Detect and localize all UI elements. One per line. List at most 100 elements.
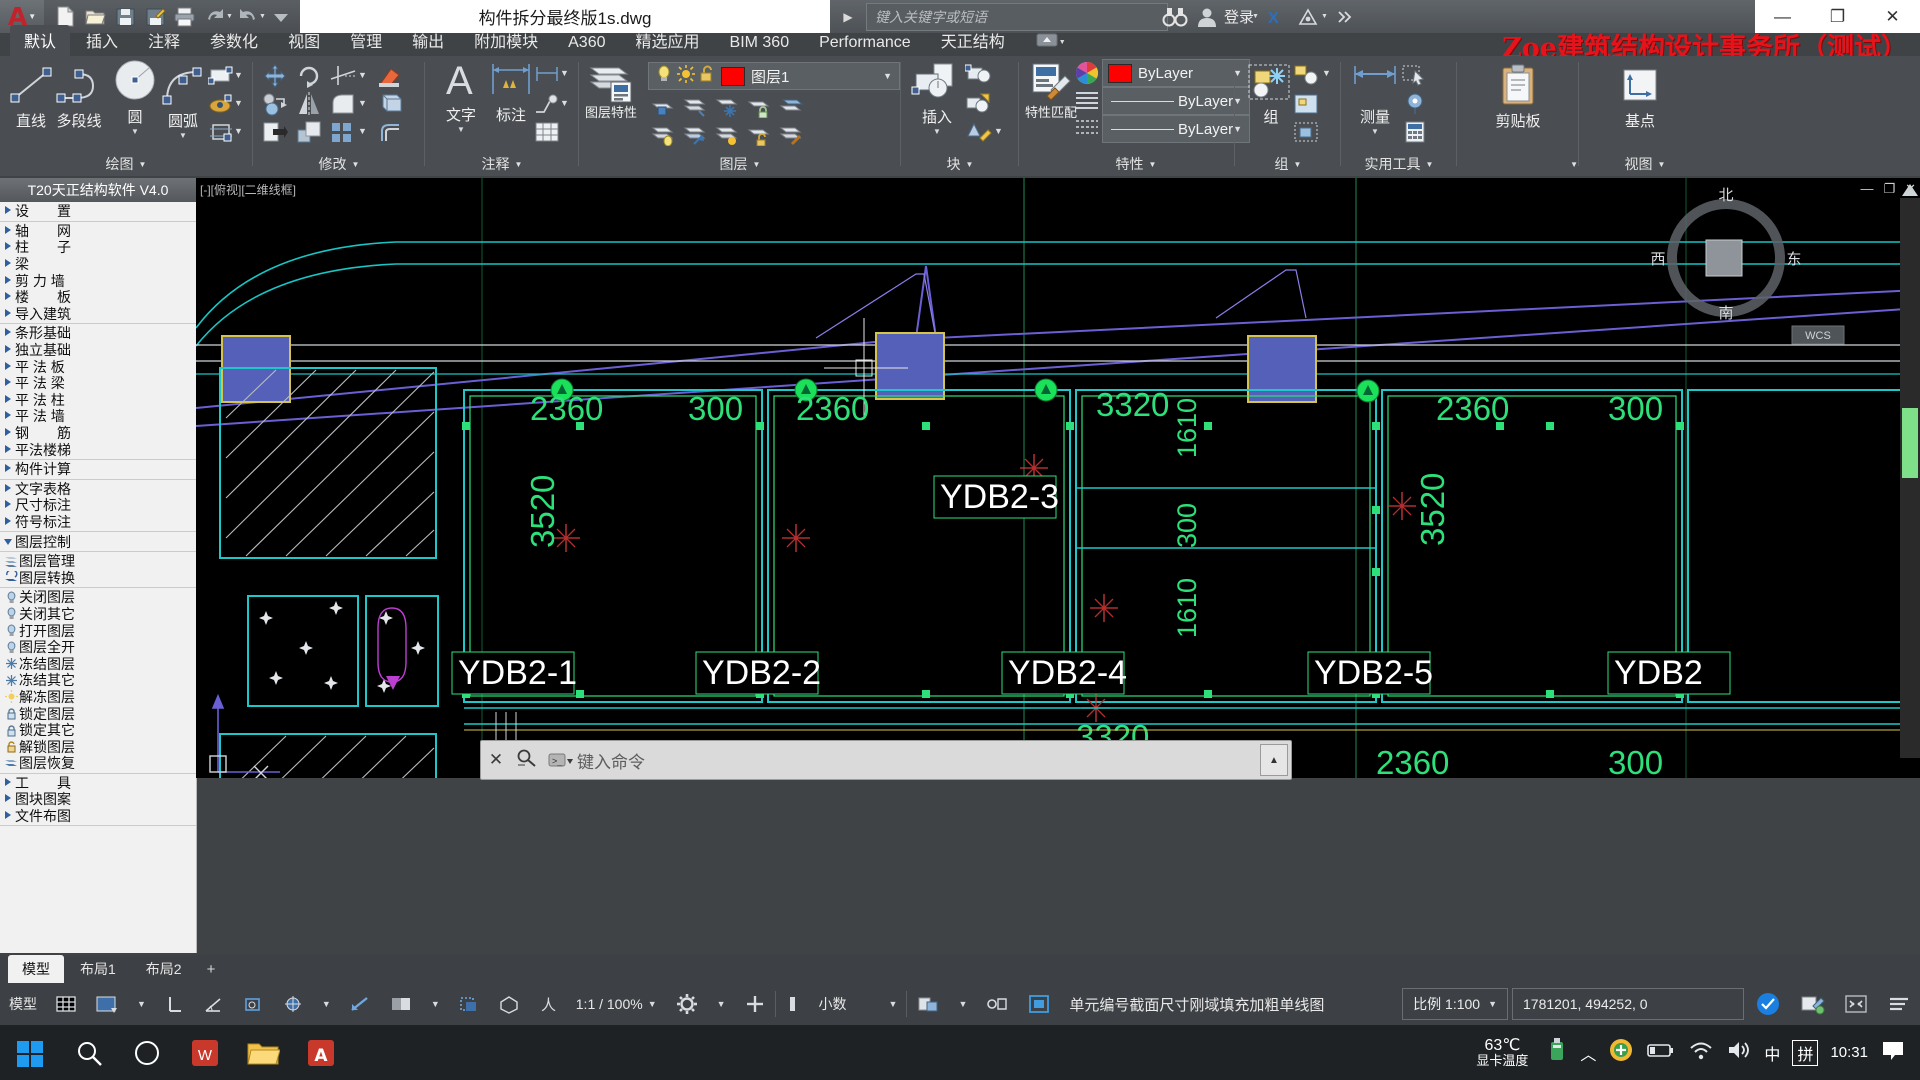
annotate-panel-title[interactable]: 注释 ▼ xyxy=(426,152,578,176)
annotation-visibility-icon[interactable]: 人 xyxy=(529,983,567,1025)
groups-panel-title[interactable]: 组 ▼ xyxy=(1236,152,1340,176)
viewport-minimize-icon[interactable]: — xyxy=(1860,181,1873,197)
lightbulb-icon[interactable] xyxy=(649,65,673,88)
scale-icon[interactable] xyxy=(294,118,324,146)
measure-dropdown-icon[interactable]: ▼ xyxy=(1371,127,1379,136)
rotate-icon[interactable] xyxy=(294,62,324,90)
chevron-down-icon[interactable]: ▼ xyxy=(139,160,147,169)
sidebar-item-0-0[interactable]: 设 置 xyxy=(0,203,196,220)
base-point-button[interactable]: 基点 xyxy=(1606,64,1674,131)
ungroup-icon[interactable] xyxy=(1292,60,1322,88)
annotation-scale-selector[interactable]: 1:1 / 100% ▼ xyxy=(567,983,666,1025)
expand-arrow-icon[interactable] xyxy=(3,394,15,406)
lineweight-status-icon[interactable] xyxy=(340,983,380,1025)
search-icon[interactable] xyxy=(60,1025,118,1080)
customization-icon[interactable] xyxy=(1790,983,1834,1025)
fillet-dropdown-icon[interactable]: ▼ xyxy=(358,98,367,108)
viewport-restore-icon[interactable]: ❐ xyxy=(1883,181,1895,197)
annotate-text-dropdown-icon[interactable]: ▼ xyxy=(457,125,465,134)
status-model-label[interactable]: 模型 xyxy=(0,983,46,1025)
ribbon-tab-featured-apps[interactable]: 精选应用 xyxy=(622,25,714,56)
3dosnap-icon[interactable] xyxy=(489,983,529,1025)
layout-tab-layout1[interactable]: 布局1 xyxy=(66,955,130,983)
clean-screen-icon[interactable] xyxy=(1834,983,1878,1025)
sidebar-item-1-1[interactable]: 柱 子 xyxy=(0,239,196,256)
modify-panel-title[interactable]: 修改 ▼ xyxy=(254,152,424,176)
layer-freeze-icon[interactable] xyxy=(712,92,742,120)
layers-panel-title[interactable]: 图层 ▼ xyxy=(580,152,900,176)
expand-arrow-icon[interactable] xyxy=(3,344,15,356)
chevron-down-icon[interactable]: ▼ xyxy=(1149,160,1157,169)
object-lineweight-selector[interactable]: ByLayer ▼ xyxy=(1102,115,1250,143)
rectangle-dropdown-icon[interactable]: ▼ xyxy=(234,70,243,80)
utilities-panel-title[interactable]: 实用工具 ▼ xyxy=(1342,152,1456,176)
security-icon[interactable] xyxy=(1608,1037,1634,1068)
array-icon[interactable] xyxy=(328,118,358,146)
ime-mode-label[interactable]: 中 xyxy=(1764,1041,1780,1065)
expand-arrow-icon[interactable] xyxy=(3,308,15,320)
measure-button[interactable]: 测量 ▼ xyxy=(1344,62,1406,136)
taskbar-clock[interactable]: 10:31 xyxy=(1830,1044,1868,1061)
ribbon-tab-default[interactable]: 默认 xyxy=(10,25,71,56)
expand-arrow-icon[interactable] xyxy=(3,499,15,511)
layer-thaw-icon[interactable] xyxy=(712,120,742,148)
stretch-icon[interactable] xyxy=(260,118,290,146)
draw-arc-dropdown-icon[interactable]: ▼ xyxy=(179,131,187,140)
block-panel-title[interactable]: 块 ▼ xyxy=(902,152,1018,176)
expand-arrow-icon[interactable] xyxy=(3,463,15,475)
command-line[interactable]: ✕ >_ 键入命令 ▲ xyxy=(480,740,1292,780)
offset-icon[interactable] xyxy=(376,118,406,146)
viewport-label[interactable]: [-][俯视][二维线框] xyxy=(200,181,296,198)
ribbon-tab-output[interactable]: 输出 xyxy=(398,25,458,56)
create-block-icon[interactable] xyxy=(964,60,994,88)
ortho-icon[interactable] xyxy=(155,983,193,1025)
explode-icon[interactable] xyxy=(376,90,406,118)
ribbon-tab-addins[interactable]: 附加模块 xyxy=(460,25,552,56)
array-dropdown-icon[interactable]: ▼ xyxy=(358,126,367,136)
drawing-svg[interactable]: 北 南 东 西 WCS 2360 300 2360 3320 2360 300 … xyxy=(196,178,1920,778)
sidebar-item-4-2[interactable]: 符号标注 xyxy=(0,514,196,531)
ribbon-tab-bim360[interactable]: BIM 360 xyxy=(716,31,804,56)
chevron-down-icon[interactable]: ▼ xyxy=(1570,160,1578,169)
expand-arrow-icon[interactable] xyxy=(3,291,15,303)
undo-dropdown-icon[interactable]: ▼ xyxy=(226,13,233,20)
windows-start-icon[interactable] xyxy=(0,1025,60,1080)
transparency-dropdown-icon[interactable]: ▼ xyxy=(422,983,449,1025)
ribbon-tab-tangent[interactable]: 天正结构 xyxy=(927,25,1019,56)
clipboard-panel-title[interactable]: ▼ xyxy=(1458,152,1588,176)
help-dropdown-icon[interactable]: ▼ xyxy=(1321,13,1328,20)
draw-panel-title[interactable]: 绘图 ▼ xyxy=(0,152,252,176)
grid-icon[interactable] xyxy=(46,983,86,1025)
dynucs-icon[interactable]: ▼ xyxy=(313,983,340,1025)
otrack-icon[interactable] xyxy=(273,983,313,1025)
draw-arc-button[interactable]: 圆弧 ▼ xyxy=(152,62,214,140)
chevron-down-icon[interactable]: ▼ xyxy=(889,999,898,1009)
chevron-down-icon[interactable]: ▼ xyxy=(28,12,36,21)
osnap-icon[interactable] xyxy=(233,983,273,1025)
mirror-icon[interactable] xyxy=(294,90,324,118)
expand-arrow-icon[interactable] xyxy=(3,241,15,253)
command-expand-icon[interactable]: ▲ xyxy=(1260,744,1288,776)
layer-unlock-icon[interactable] xyxy=(744,120,774,148)
layer-match-icon[interactable] xyxy=(776,120,806,148)
ribbon-tab-performance[interactable]: Performance xyxy=(805,31,925,56)
file-explorer-icon[interactable] xyxy=(234,1025,292,1080)
command-close-icon[interactable]: ✕ xyxy=(481,750,511,770)
coordinates-box[interactable]: 1781201, 494252, 0 xyxy=(1512,988,1744,1020)
chevron-down-icon[interactable]: ▼ xyxy=(648,999,657,1009)
layer-properties-button[interactable]: 图层特性 xyxy=(582,60,640,120)
scale-box[interactable]: 比例 1:100 ▼ xyxy=(1402,988,1508,1020)
wifi-icon[interactable] xyxy=(1688,1039,1714,1066)
copy-icon[interactable] xyxy=(260,90,290,118)
id-point-icon[interactable] xyxy=(1400,90,1430,118)
notification-icon[interactable] xyxy=(1880,1038,1906,1067)
group-select-icon[interactable] xyxy=(1292,118,1322,146)
expand-arrow-icon[interactable] xyxy=(3,327,15,339)
magnifier-icon[interactable] xyxy=(511,748,543,772)
chevron-up-icon[interactable]: ︿ xyxy=(1580,1041,1596,1065)
block-dropdown-icon[interactable]: ▼ xyxy=(994,126,1003,136)
selection-cycling-icon[interactable] xyxy=(449,983,489,1025)
isolate-dropdown-icon[interactable]: ▼ xyxy=(949,983,976,1025)
rectangle-icon[interactable] xyxy=(206,62,236,90)
expand-arrow-icon[interactable] xyxy=(3,810,15,822)
